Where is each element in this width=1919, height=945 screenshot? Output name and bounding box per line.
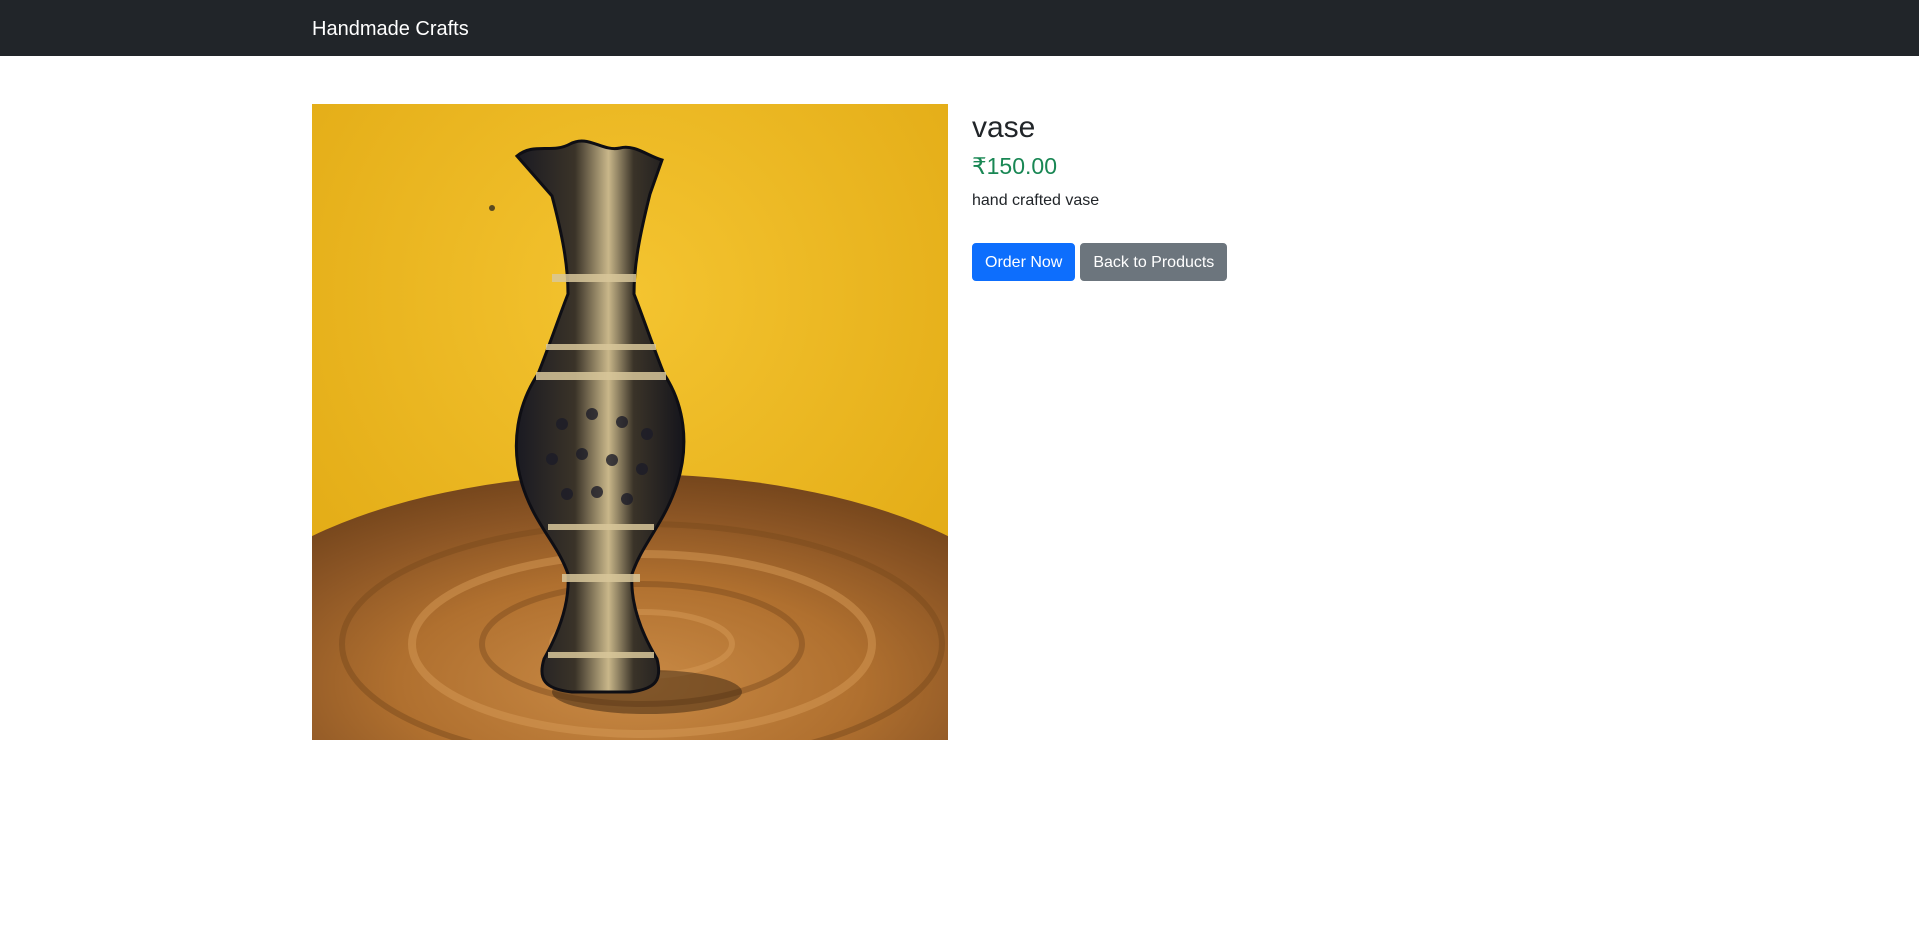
product-description: hand crafted vase bbox=[972, 192, 1100, 209]
product-actions: Order Now Back to Products bbox=[972, 243, 1228, 281]
navbar: Handmade Crafts bbox=[0, 0, 1919, 56]
back-to-products-button[interactable]: Back to Products bbox=[1080, 243, 1228, 281]
order-now-button[interactable]: Order Now bbox=[972, 243, 1076, 281]
product-image bbox=[312, 104, 948, 740]
brand-link[interactable]: Handmade Crafts bbox=[312, 17, 469, 41]
product-name: vase bbox=[972, 111, 1036, 144]
product-price: ₹150.00 bbox=[972, 153, 1057, 179]
